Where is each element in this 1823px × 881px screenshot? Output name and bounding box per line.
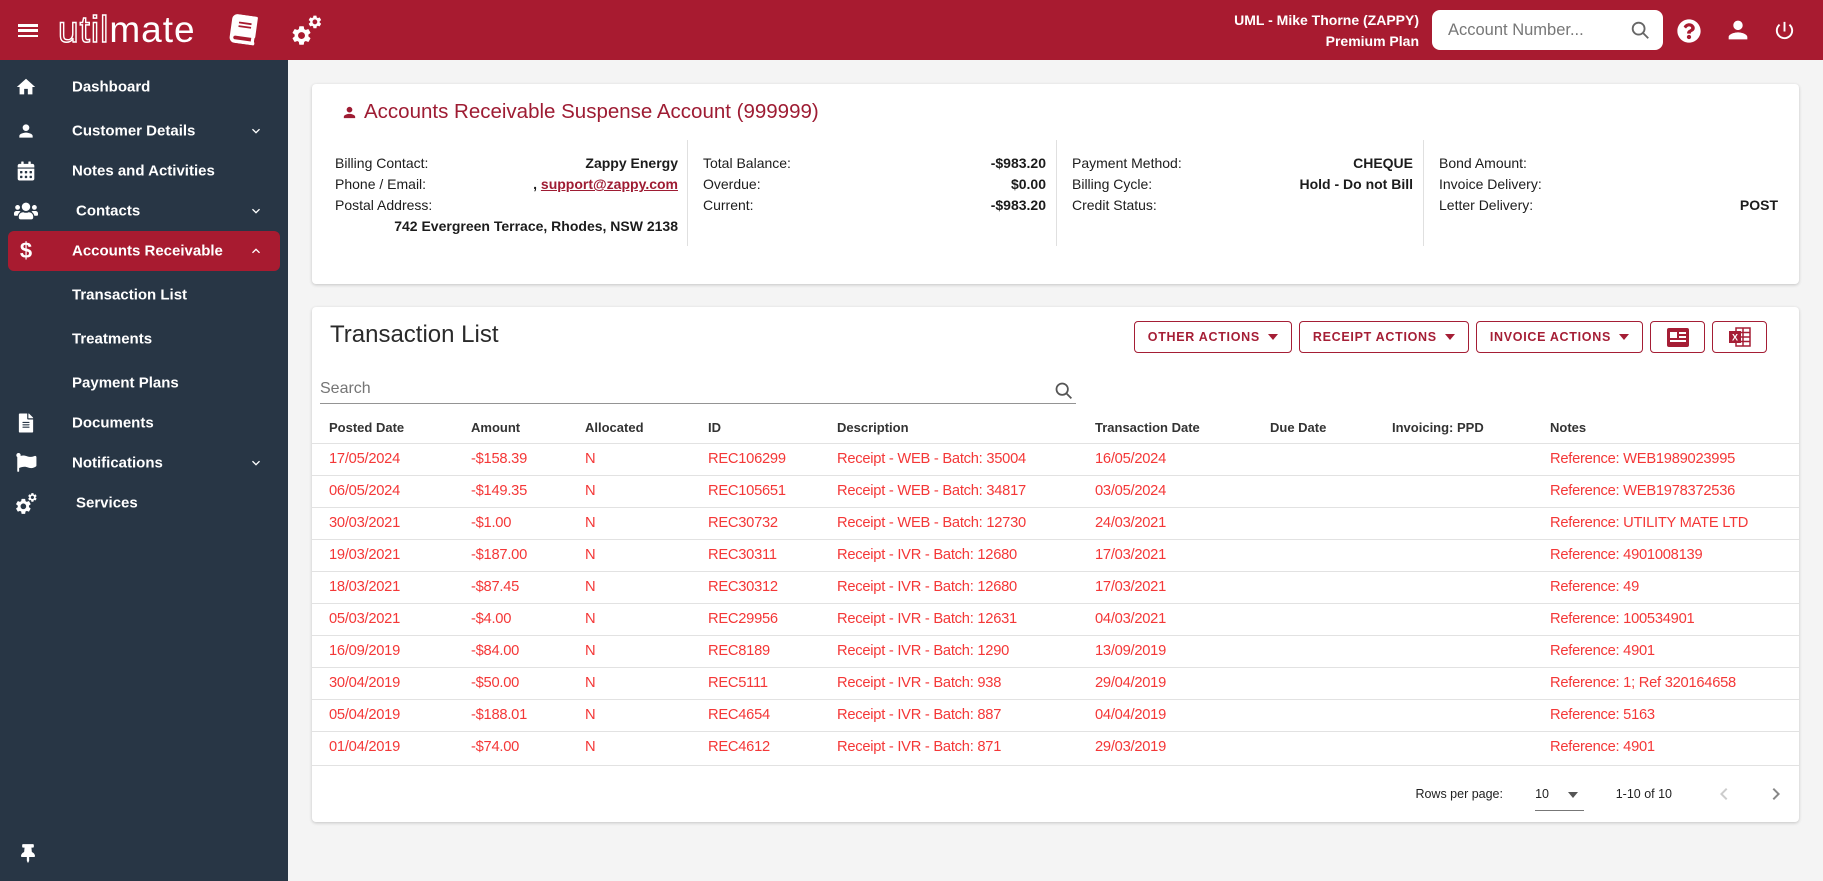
svg-text:X: X (1731, 333, 1737, 343)
